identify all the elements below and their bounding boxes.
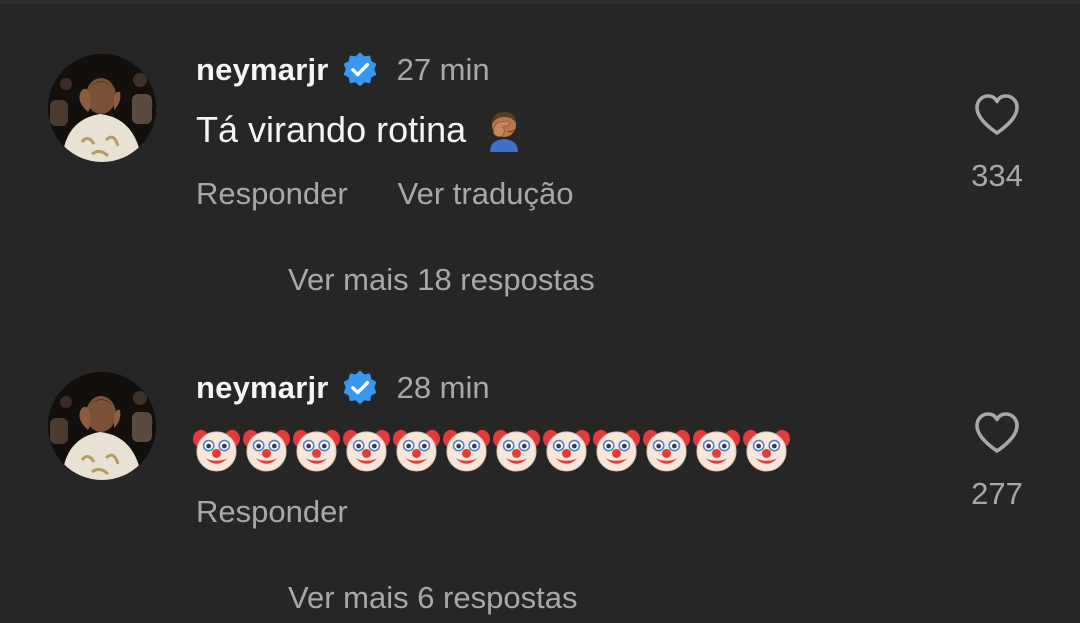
like-section: 334 xyxy=(966,92,1028,194)
avatar-image xyxy=(48,54,156,162)
clown-face-emoji-icon xyxy=(693,426,740,473)
see-translation-button[interactable]: Ver tradução xyxy=(398,176,574,212)
top-divider xyxy=(0,0,1080,4)
like-count: 334 xyxy=(971,158,1023,193)
reply-button[interactable]: Responder xyxy=(196,176,348,212)
facepalm-emoji-icon xyxy=(484,108,524,152)
clown-face-emoji-icon xyxy=(643,426,690,473)
comment-actions: Responder xyxy=(196,494,398,530)
heart-outline-icon[interactable] xyxy=(973,92,1021,138)
timestamp: 27 min xyxy=(396,52,490,87)
comment-actions: Responder Ver tradução xyxy=(196,176,623,212)
clown-face-emoji-icon xyxy=(293,426,340,473)
comment-text: Tá virando rotina xyxy=(196,108,524,152)
avatar[interactable] xyxy=(48,372,156,480)
clown-face-emoji-icon xyxy=(343,426,390,473)
username[interactable]: neymarjr xyxy=(196,52,329,88)
username[interactable]: neymarjr xyxy=(196,370,329,406)
clown-face-emoji-icon xyxy=(193,426,240,473)
clown-emoji-row xyxy=(193,426,790,473)
like-count: 277 xyxy=(971,476,1023,511)
view-more-replies-button[interactable]: Ver mais 18 respostas xyxy=(288,262,595,298)
avatar-image xyxy=(48,372,156,480)
comment-text-content: Tá virando rotina xyxy=(196,109,467,150)
clown-face-emoji-icon xyxy=(243,426,290,473)
heart-outline-icon[interactable] xyxy=(973,410,1021,456)
clown-face-emoji-icon xyxy=(493,426,540,473)
verified-badge-icon xyxy=(341,369,379,407)
clown-face-emoji-icon xyxy=(393,426,440,473)
comment-header: neymarjr 28 min xyxy=(196,366,490,410)
clown-face-emoji-icon xyxy=(443,426,490,473)
comment-header: neymarjr 27 min xyxy=(196,48,490,92)
clown-face-emoji-icon xyxy=(543,426,590,473)
clown-face-emoji-icon xyxy=(593,426,640,473)
clown-face-emoji-icon xyxy=(743,426,790,473)
verified-badge-icon xyxy=(341,51,379,89)
avatar[interactable] xyxy=(48,54,156,162)
view-more-replies-button[interactable]: Ver mais 6 respostas xyxy=(288,580,577,616)
comments-screen: neymarjr 27 min Tá virando rotina Respon… xyxy=(0,0,1080,623)
like-section: 277 xyxy=(966,410,1028,512)
reply-button[interactable]: Responder xyxy=(196,494,348,530)
timestamp: 28 min xyxy=(396,370,490,405)
